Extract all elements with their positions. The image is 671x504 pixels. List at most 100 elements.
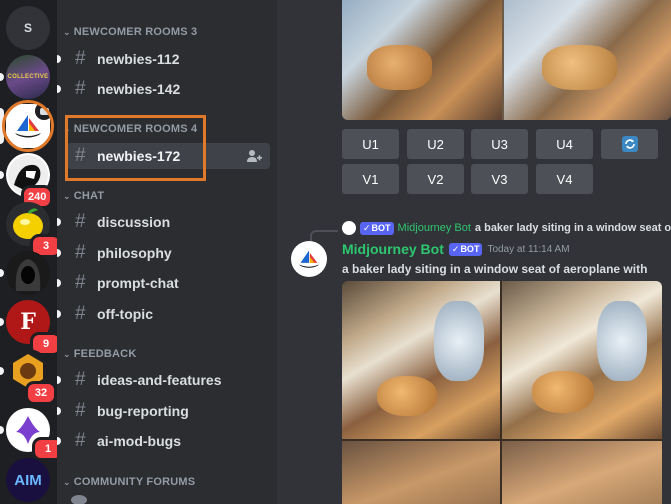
server-4[interactable]: 240	[0, 153, 54, 209]
server-6[interactable]	[0, 251, 50, 295]
server-9[interactable]: 1	[0, 408, 64, 461]
unread-pill	[57, 218, 61, 226]
mention-badge: 32	[25, 381, 57, 405]
discord-app: S COLLECTIVE 240 3 F 9 32 1 AIM ⌄ NEWCOM…	[0, 0, 671, 504]
chevron-down-icon: ⌄	[63, 26, 71, 37]
variation-2-button[interactable]: V2	[407, 164, 464, 194]
channel-bug-reporting[interactable]: # bug-reporting	[67, 398, 270, 424]
channel-off-topic[interactable]: # off-topic	[67, 301, 270, 327]
server-collective-label: COLLECTIVE	[7, 74, 49, 80]
unread-pill	[57, 279, 61, 287]
unread-pill	[57, 437, 61, 445]
upscale-3-button[interactable]: U3	[471, 129, 528, 159]
chevron-down-icon: ⌄	[63, 476, 71, 487]
category-feedback[interactable]: ⌄ FEEDBACK	[63, 348, 136, 360]
unread-pill	[57, 55, 61, 63]
chevron-down-icon: ⌄	[63, 348, 71, 359]
bot-tag-label: BOT	[371, 223, 391, 233]
channel-label: ai-mod-bugs	[97, 433, 181, 449]
server-7[interactable]: F 9	[0, 300, 62, 356]
server-home-label: S	[6, 6, 50, 50]
category-label: CHAT	[73, 190, 105, 202]
unread-pill	[0, 318, 4, 326]
chevron-down-icon: ⌄	[63, 190, 71, 201]
server-10-icon: AIM	[6, 458, 50, 502]
unread-pill	[0, 269, 4, 277]
generated-image-grid-top[interactable]	[342, 0, 671, 120]
message-area: U1 U2 U3 U4 V1 V2 V3 V4 ✓ BOT Midjourney …	[277, 0, 671, 504]
airplane-window	[597, 301, 647, 381]
unread-pill	[57, 310, 61, 318]
generated-image-grid[interactable]	[342, 281, 662, 504]
text-channel-icon: #	[75, 303, 86, 324]
channel-philosophy[interactable]: # philosophy	[67, 240, 270, 266]
verified-check-icon: ✓	[451, 243, 460, 254]
midjourney-boat-icon	[299, 250, 319, 268]
reply-snippet: a baker lady siting in a window seat of …	[474, 222, 671, 234]
server-5[interactable]: 3	[6, 202, 62, 258]
server-collective[interactable]: COLLECTIVE	[0, 55, 50, 99]
category-community-forums[interactable]: ⌄ COMMUNITY FORUMS	[63, 476, 195, 488]
text-channel-icon: #	[75, 242, 86, 263]
text-channel-thread-icon: #	[75, 48, 86, 69]
server-10-label: AIM	[14, 471, 42, 489]
server-home[interactable]: S	[6, 6, 50, 50]
channel-label: philosophy	[97, 245, 172, 261]
channel-label: ideas-and-features	[97, 372, 222, 388]
category-label: COMMUNITY FORUMS	[73, 476, 196, 488]
bot-tag: ✓ BOT	[360, 221, 394, 235]
message-timestamp: Today at 11:14 AM	[487, 243, 570, 255]
channel-label: off-topic	[97, 306, 153, 322]
unread-pill	[0, 367, 4, 375]
text-channel-icon: #	[75, 430, 86, 451]
server-collective-icon: COLLECTIVE	[6, 55, 50, 99]
variation-4-button[interactable]: V4	[536, 164, 593, 194]
channel-label: prompt-chat	[97, 275, 179, 291]
category-newcomer-rooms-3[interactable]: ⌄ NEWCOMER ROOMS 3	[63, 26, 197, 38]
bread-basket	[367, 45, 432, 90]
upscale-4-button[interactable]: U4	[536, 129, 593, 159]
variation-3-button[interactable]: V3	[471, 164, 528, 194]
server-8[interactable]: 32	[0, 349, 57, 405]
text-channel-icon: #	[75, 272, 86, 293]
verified-check-icon: ✓	[363, 222, 371, 233]
highlight-box	[65, 115, 206, 181]
author-avatar[interactable]	[291, 241, 327, 277]
server-rail: S COLLECTIVE 240 3 F 9 32 1 AIM	[0, 0, 64, 504]
unread-pill	[0, 73, 4, 81]
reply-reference[interactable]: ✓ BOT Midjourney Bot a baker lady siting …	[342, 220, 671, 236]
channel-prompt-chat[interactable]: # prompt-chat	[67, 270, 270, 296]
bread-basket	[542, 45, 617, 90]
channel-label: newbies-142	[97, 81, 181, 97]
unread-pill	[0, 426, 4, 434]
channel-discussion[interactable]: # discussion	[67, 209, 270, 235]
channel-ideas-and-features[interactable]: # ideas-and-features	[67, 367, 270, 393]
category-label: FEEDBACK	[73, 348, 137, 360]
message-prompt-text: a baker lady siting in a window seat of …	[342, 262, 648, 276]
category-chat[interactable]: ⌄ CHAT	[63, 190, 104, 202]
channel-newbies-142[interactable]: # newbies-142	[67, 76, 270, 102]
highlight-ring	[2, 100, 54, 152]
text-channel-thread-icon: #	[75, 78, 86, 99]
author-name[interactable]: Midjourney Bot	[342, 241, 444, 257]
channel-ai-mod-bugs[interactable]: # ai-mod-bugs	[67, 428, 270, 454]
add-member-icon[interactable]	[246, 148, 262, 164]
upscale-2-button[interactable]: U2	[407, 129, 464, 159]
message-header: Midjourney Bot ✓ BOT Today at 11:14 AM	[342, 241, 570, 257]
bread-basket	[377, 376, 437, 416]
reroll-button[interactable]	[601, 129, 658, 159]
bread-basket	[532, 371, 594, 413]
unread-pill	[0, 171, 4, 179]
channel-label: newbies-112	[97, 51, 180, 67]
image-tile	[502, 441, 662, 504]
server-10[interactable]: AIM	[6, 458, 50, 502]
bot-tag-label: BOT	[460, 244, 480, 254]
unread-pill	[57, 376, 61, 384]
unread-pill	[57, 85, 61, 93]
channel-label: bug-reporting	[97, 403, 189, 419]
variation-1-button[interactable]: V1	[342, 164, 399, 194]
channel-newbies-112[interactable]: # newbies-112	[67, 46, 270, 72]
channel-label: discussion	[97, 214, 171, 230]
upscale-1-button[interactable]: U1	[342, 129, 399, 159]
reply-author: Midjourney Bot	[397, 222, 471, 234]
